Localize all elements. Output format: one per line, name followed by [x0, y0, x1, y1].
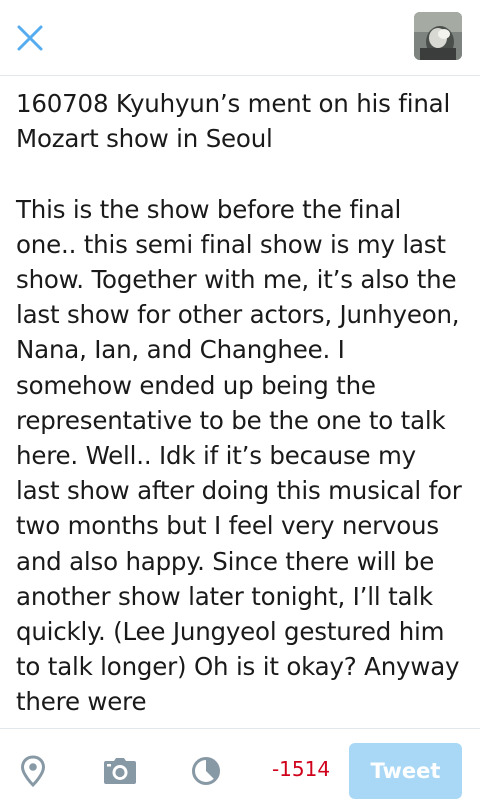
- tweet-compose-screen: 160708 Kyuhyun’s ment on his final Mozar…: [0, 0, 480, 811]
- location-pin-icon: [20, 755, 46, 787]
- pie-timer-icon: [192, 757, 220, 785]
- compose-header: [0, 0, 480, 76]
- compose-toolbar: -1514 Tweet: [0, 728, 480, 811]
- camera-icon: [104, 758, 136, 784]
- tweet-text[interactable]: 160708 Kyuhyun’s ment on his final Mozar…: [16, 86, 466, 720]
- tweet-text-area[interactable]: 160708 Kyuhyun’s ment on his final Mozar…: [0, 76, 480, 728]
- location-button[interactable]: [13, 751, 53, 791]
- close-button[interactable]: [10, 18, 50, 58]
- tweet-button[interactable]: Tweet: [349, 743, 462, 799]
- camera-button[interactable]: [100, 751, 140, 791]
- timer-button[interactable]: [186, 751, 226, 791]
- character-counter: -1514: [271, 757, 331, 781]
- avatar-photo: [414, 12, 462, 60]
- avatar[interactable]: [414, 12, 462, 60]
- close-icon: [17, 25, 43, 51]
